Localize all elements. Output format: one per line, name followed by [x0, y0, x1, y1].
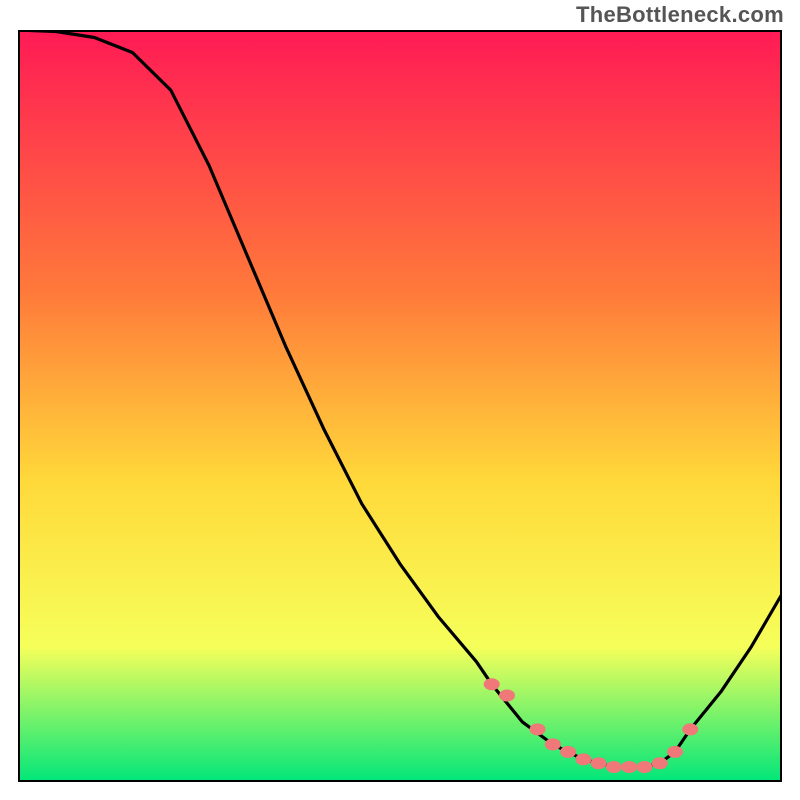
- attribution-text: TheBottleneck.com: [576, 2, 784, 28]
- marker-point: [545, 738, 561, 750]
- marker-point: [560, 746, 576, 758]
- marker-point: [682, 723, 698, 735]
- chart-svg: [18, 30, 782, 782]
- marker-point: [530, 723, 546, 735]
- marker-point: [575, 753, 591, 765]
- marker-point: [591, 757, 607, 769]
- marker-point: [484, 678, 500, 690]
- marker-point: [621, 761, 637, 773]
- marker-point: [652, 757, 668, 769]
- bottleneck-chart: [18, 30, 782, 782]
- marker-point: [499, 690, 515, 702]
- marker-point: [637, 761, 653, 773]
- marker-point: [667, 746, 683, 758]
- gradient-background: [18, 30, 782, 782]
- marker-point: [606, 761, 622, 773]
